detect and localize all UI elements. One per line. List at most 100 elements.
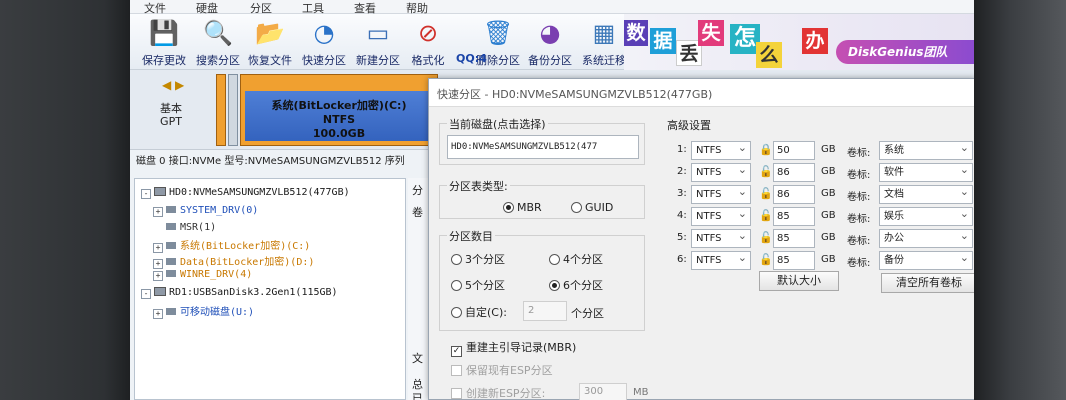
- filesystem-select[interactable]: NTFS: [691, 163, 751, 182]
- partition-number: 6:: [677, 254, 687, 265]
- brand-label: DiskGenius团队: [836, 40, 976, 64]
- banner-char: 据: [650, 28, 676, 54]
- keep-esp-checkbox[interactable]: 保留现有ESP分区: [451, 362, 553, 378]
- toolbar-button-6[interactable]: ⊘ 格式化: [400, 18, 456, 68]
- partition-size-input[interactable]: 86: [773, 185, 815, 204]
- volume-label-select[interactable]: 文档: [879, 185, 973, 204]
- tree-item-label: 可移动磁盘(U:): [180, 307, 255, 318]
- partition-row: 5: NTFS 🔓85 GB 卷标: 办公: [677, 229, 976, 249]
- quick-partition-icon: ◔: [313, 19, 335, 47]
- lock-icon[interactable]: 🔒: [759, 143, 773, 157]
- filesystem-select[interactable]: NTFS: [691, 207, 751, 226]
- custom-count-spinner[interactable]: 2: [523, 301, 567, 321]
- volume-label-prefix: 卷标:: [847, 236, 871, 247]
- new-partition-icon: ▭: [366, 19, 390, 47]
- tree-partition-item[interactable]: + WINRE_DRV(4): [153, 269, 252, 283]
- guid-radio[interactable]: GUID: [571, 201, 613, 214]
- default-size-button[interactable]: 默认大小: [759, 271, 839, 291]
- keep-esp-label: 保留现有ESP分区: [466, 364, 553, 377]
- count-5-label: 5个分区: [465, 279, 505, 292]
- partition-number: 4:: [677, 210, 687, 221]
- partition-block-c-inner: 系统(BitLocker加密)(C:) NTFS 100.0GB: [245, 91, 433, 141]
- unlock-icon[interactable]: 🔓: [759, 231, 773, 245]
- details-tab-text: 分: [412, 184, 423, 197]
- disk-icon: [154, 187, 166, 196]
- expand-toggle-icon: [153, 221, 163, 231]
- toolbar-button-3[interactable]: 📂 恢复文件: [242, 18, 298, 68]
- unlock-icon[interactable]: 🔓: [759, 187, 773, 201]
- current-disk-selector[interactable]: HD0:NVMeSAMSUNGMZVLB512(477: [447, 135, 639, 159]
- expand-toggle-icon[interactable]: +: [153, 309, 163, 319]
- expand-toggle-icon[interactable]: -: [141, 289, 151, 299]
- partition-size-input[interactable]: 50: [773, 141, 815, 160]
- rebuild-mbr-checkbox[interactable]: ✓ 重建主引导记录(MBR): [451, 339, 576, 357]
- count-custom-radio[interactable]: 自定(C):: [451, 304, 507, 320]
- tree-partition-item[interactable]: + Data(BitLocker加密)(D:): [153, 253, 314, 269]
- esp-size-input[interactable]: 300: [579, 383, 627, 400]
- expand-toggle-icon[interactable]: +: [153, 259, 163, 269]
- dialog-title-bar[interactable]: 快速分区 - HD0:NVMeSAMSUNGMZVLB512(477GB): [429, 79, 976, 107]
- unlock-icon[interactable]: 🔓: [759, 209, 773, 223]
- partition-icon: [166, 258, 176, 265]
- toolbar-button-5[interactable]: ▭ 新建分区: [350, 18, 406, 68]
- partition-bar[interactable]: 系统(BitLocker加密)(C:) NTFS 100.0GB: [216, 74, 438, 146]
- quick-partition-dialog: 快速分区 - HD0:NVMeSAMSUNGMZVLB512(477GB) 当前…: [428, 78, 976, 400]
- toolbar-button-1[interactable]: 💾 保存更改: [136, 18, 192, 68]
- expand-toggle-icon[interactable]: +: [153, 271, 163, 281]
- volume-label-select[interactable]: 备份: [879, 251, 973, 270]
- tree-partition-item[interactable]: MSR(1): [153, 221, 216, 235]
- tree-item-label: SYSTEM_DRV(0): [180, 205, 259, 216]
- count-6-radio[interactable]: 6个分区: [549, 277, 603, 293]
- radio-dot-selected: [503, 202, 514, 213]
- create-esp-checkbox[interactable]: 创建新ESP分区:: [451, 385, 545, 400]
- dialog-title: 快速分区 - HD0:NVMeSAMSUNGMZVLB512(477GB): [437, 88, 713, 101]
- partition-block-system[interactable]: [216, 74, 226, 146]
- tree-partition-item[interactable]: + 可移动磁盘(U:): [153, 303, 255, 319]
- toolbar-button-label: 新建分区: [356, 54, 400, 67]
- count-custom-label: 自定(C):: [465, 306, 507, 319]
- tree-disk-item[interactable]: - HD0:NVMeSAMSUNGMZVLB512(477GB): [141, 187, 350, 201]
- count-3-radio[interactable]: 3个分区: [451, 251, 505, 267]
- filesystem-select[interactable]: NTFS: [691, 229, 751, 248]
- partition-size-input[interactable]: 85: [773, 207, 815, 226]
- volume-label-select[interactable]: 娱乐: [879, 207, 973, 226]
- filesystem-select[interactable]: NTFS: [691, 141, 751, 160]
- partition-size-input[interactable]: 86: [773, 163, 815, 182]
- disk-nav-arrows[interactable]: ◀ ▶: [162, 78, 184, 92]
- filesystem-select[interactable]: NTFS: [691, 185, 751, 204]
- tree-disk-item[interactable]: - RD1:USBSanDisk3.2Gen1(115GB): [141, 287, 338, 301]
- volume-label-select[interactable]: 软件: [879, 163, 973, 182]
- toolbar-button-2[interactable]: 🔍 搜索分区: [190, 18, 246, 68]
- advert-banner: 数 据 丢 失 怎 么 办 DiskGenius团队: [624, 14, 976, 70]
- disk-icon: [154, 287, 166, 296]
- unlock-icon[interactable]: 🔓: [759, 253, 773, 267]
- volume-label-select[interactable]: 办公: [879, 229, 973, 248]
- count-5-radio[interactable]: 5个分区: [451, 277, 505, 293]
- volume-label-prefix: 卷标:: [847, 170, 871, 181]
- expand-toggle-icon[interactable]: +: [153, 243, 163, 253]
- toolbar-button-8[interactable]: ◕ 备份分区: [522, 18, 578, 68]
- tree-partition-item[interactable]: + SYSTEM_DRV(0): [153, 205, 258, 219]
- expand-toggle-icon[interactable]: -: [141, 189, 151, 199]
- toolbar-button-4[interactable]: ◔ 快速分区: [296, 18, 352, 68]
- partition-block-msr[interactable]: [228, 74, 238, 146]
- size-unit: GB: [821, 188, 836, 199]
- clear-labels-button[interactable]: 清空所有卷标: [881, 273, 976, 293]
- partition-number: 2:: [677, 166, 687, 177]
- count-4-radio[interactable]: 4个分区: [549, 251, 603, 267]
- mbr-radio[interactable]: MBR: [503, 201, 542, 214]
- size-unit: GB: [821, 210, 836, 221]
- filesystem-select[interactable]: NTFS: [691, 251, 751, 270]
- partition-block-c[interactable]: 系统(BitLocker加密)(C:) NTFS 100.0GB: [240, 74, 438, 146]
- partition-icon: [166, 242, 176, 249]
- table-type-label: 分区表类型:: [447, 178, 510, 194]
- toolbar-button-label: 保存更改: [142, 54, 186, 67]
- partition-size-input[interactable]: 85: [773, 229, 815, 248]
- volume-label-select[interactable]: 系统: [879, 141, 973, 160]
- expand-toggle-icon[interactable]: +: [153, 207, 163, 217]
- size-unit: GB: [821, 144, 836, 155]
- unlock-icon[interactable]: 🔓: [759, 165, 773, 179]
- disk-gpt-label: GPT: [160, 115, 182, 128]
- partition-size-input[interactable]: 85: [773, 251, 815, 270]
- tree-partition-item[interactable]: + 系统(BitLocker加密)(C:): [153, 237, 310, 253]
